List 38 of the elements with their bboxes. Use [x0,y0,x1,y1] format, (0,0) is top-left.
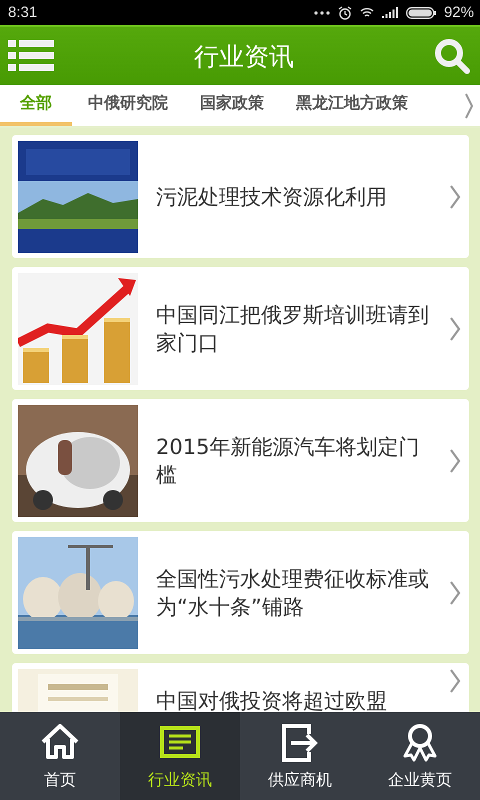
article-title: 污泥处理技术资源化利用 [155,184,388,210]
chevron-right-icon[interactable] [464,92,474,118]
battery-icon [406,6,436,18]
home-icon [39,722,81,762]
article-title: 中国对俄投资将超过欧盟 [155,688,388,712]
chevron-right-icon [449,184,461,208]
article-title: 中国同江把俄罗斯培训班请到家门口 [155,302,430,356]
battery-percent: 92% [444,4,474,21]
nav-label: 供应商机 [268,770,332,790]
nav-tab[interactable]: 行业资讯 [120,712,240,800]
nav-tab[interactable]: 首页 [0,712,120,800]
nav-label: 行业资讯 [148,770,212,790]
chevron-right-icon [449,448,461,472]
chevron-right-icon [449,580,461,604]
chevron-right-icon [449,669,461,693]
article-card[interactable]: 污泥处理技术资源化利用 [12,135,469,258]
signal-icon [382,7,398,18]
article-card[interactable]: 全国性污水处理费征收标准或为“水十条”铺路 [12,531,469,654]
menu-icon[interactable] [8,40,54,72]
wifi-icon [360,7,374,18]
more-dots-icon [314,10,330,14]
category-tab[interactable]: 黑龙江地方政策 [280,85,424,126]
article-card[interactable]: 2015年新能源汽车将划定门槛 [12,399,469,522]
nav-label: 企业黄页 [388,770,452,790]
category-tab[interactable]: 中俄研究院 [72,85,184,126]
alarm-clock-icon [338,6,352,20]
nav-tab[interactable]: 企业黄页 [360,712,480,800]
nav-label: 首页 [44,770,76,790]
nav-tab[interactable]: 供应商机 [240,712,360,800]
clock-time: 8:31 [8,4,38,21]
search-icon[interactable] [434,38,470,74]
article-card[interactable]: 中国同江把俄罗斯培训班请到家门口 [12,267,469,390]
article-title: 2015年新能源汽车将划定门槛 [155,434,420,488]
page-title: 行业资讯 [194,40,294,72]
article-title: 全国性污水处理费征收标准或为“水十条”铺路 [155,566,430,620]
chevron-right-icon [449,316,461,340]
article-card[interactable]: 中国对俄投资将超过欧盟 [12,663,469,712]
category-tab[interactable]: 国家政策 [184,85,280,126]
